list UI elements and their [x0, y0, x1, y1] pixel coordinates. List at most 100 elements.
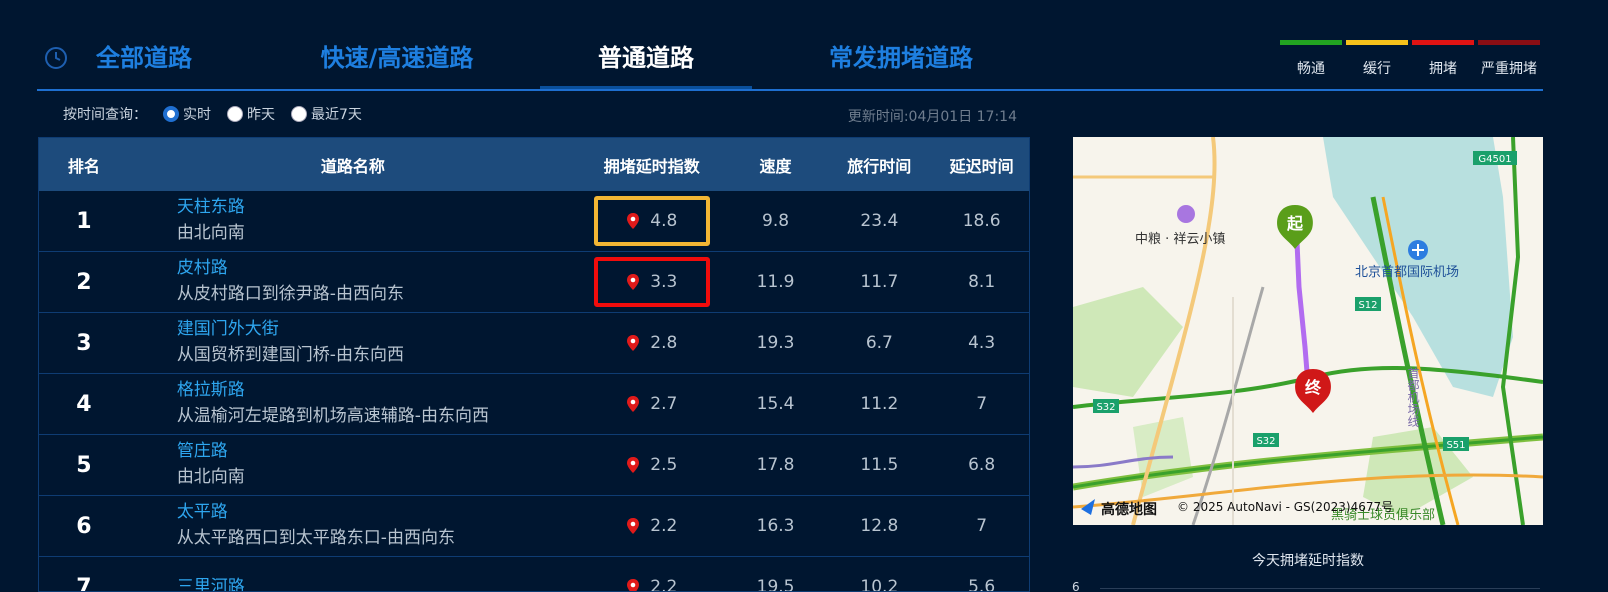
- table-row[interactable]: 5 管庄路 由北向南 2.5 17.8 11.5 6.8: [39, 435, 1029, 496]
- speed-cell: 19.5: [756, 577, 795, 592]
- index-cell: 2.8: [577, 318, 727, 368]
- shield-label: S12: [1358, 300, 1377, 311]
- rank-cell: 1: [76, 208, 92, 234]
- index-box[interactable]: 2.7: [594, 379, 710, 429]
- header-index: 拥堵延时指数: [603, 156, 700, 176]
- road-name-cell: 管庄路 由北向南: [129, 439, 577, 491]
- route-map[interactable]: 起 终 中粮 · 祥云小镇 北京首都国际机场 G4501 S12 S32 S32: [1073, 137, 1543, 525]
- header-travel-time: 旅行时间: [847, 156, 912, 176]
- table-row[interactable]: 3 建国门外大街 从国贸桥到建国门桥-由东向西 2.8 19.3 6.7 4.3: [39, 313, 1029, 374]
- tab-expressway[interactable]: 快速/高速道路: [310, 38, 484, 86]
- road-name-link[interactable]: 三里河路: [177, 575, 577, 591]
- road-name-link[interactable]: 管庄路: [177, 439, 577, 463]
- tab-frequent-congestion[interactable]: 常发拥堵道路: [818, 38, 984, 86]
- shield-g4501: G4501: [1473, 151, 1517, 165]
- location-pin-icon: [627, 396, 640, 412]
- road-name-link[interactable]: 太平路: [177, 500, 577, 524]
- index-box[interactable]: 4.8: [593, 196, 710, 246]
- legend-label: 畅通: [1297, 61, 1325, 77]
- road-direction: 从太平路西口到太平路东口-由西向东: [176, 528, 455, 548]
- index-cell: 2.2: [577, 501, 727, 551]
- shield-s51: S51: [1443, 437, 1469, 451]
- speed-cell: 17.8: [756, 455, 795, 475]
- legend-item-congested: 拥堵: [1412, 40, 1474, 78]
- radio-realtime[interactable]: 实时: [163, 104, 211, 124]
- header-road-name: 道路名称: [320, 156, 385, 176]
- radio-label: 昨天: [247, 107, 275, 123]
- table-row[interactable]: 4 格拉斯路 从温榆河左堤路到机场高速辅路-由东向西 2.7 15.4 11.2 7: [39, 374, 1029, 435]
- rank-cell: 7: [76, 574, 92, 592]
- table-row[interactable]: 7 三里河路 2.2 19.5 10.2 5.6: [39, 557, 1029, 592]
- shield-s32-left: S32: [1093, 399, 1119, 413]
- shopping-icon: [1177, 205, 1195, 223]
- index-box[interactable]: 2.2: [594, 562, 710, 592]
- legend-item-smooth: 畅通: [1280, 40, 1342, 78]
- index-cell: 3.3: [577, 257, 727, 307]
- speed-cell: 19.3: [756, 333, 795, 353]
- index-cell: 2.2: [577, 562, 727, 592]
- table-row[interactable]: 6 太平路 从太平路西口到太平路东口-由西向东 2.2 16.3 12.8 7: [39, 496, 1029, 557]
- shield-label: S32: [1096, 402, 1115, 413]
- radio-last-7-days[interactable]: 最近7天: [291, 104, 362, 124]
- tab-ordinary-roads[interactable]: 普通道路: [540, 38, 752, 90]
- chart-grid: [1100, 588, 1540, 592]
- radio-dot[interactable]: [163, 106, 179, 122]
- table-header: 排名 道路名称 拥堵延时指数 速度 旅行时间 延迟时间: [39, 138, 1029, 191]
- travel-time-cell: 10.2: [860, 577, 899, 592]
- location-pin-icon: [627, 518, 640, 534]
- index-box[interactable]: 2.5: [594, 440, 710, 490]
- location-pin-icon: [627, 274, 640, 290]
- road-direction: 从温榆河左堤路到机场高速辅路-由东向西: [176, 406, 489, 426]
- road-name-link[interactable]: 格拉斯路: [177, 378, 577, 402]
- airport-line-label: 首都机场线: [1406, 367, 1420, 427]
- travel-time-cell: 11.2: [860, 394, 899, 414]
- speed-cell: 16.3: [756, 516, 795, 536]
- speed-cell: 9.8: [762, 211, 790, 231]
- radio-label: 最近7天: [311, 107, 362, 123]
- location-pin-icon: [627, 579, 640, 591]
- index-value: 3.3: [650, 272, 678, 292]
- road-name-cell: 建国门外大街 从国贸桥到建国门桥-由东向西: [129, 317, 577, 369]
- radio-dot[interactable]: [227, 106, 243, 122]
- legend-swatch: [1412, 40, 1474, 45]
- legend-label: 严重拥堵: [1481, 61, 1537, 77]
- road-name-cell: 皮村路从皮村路口到徐尹路-由西向东: [129, 256, 577, 308]
- legend-item-slow: 缓行: [1346, 40, 1408, 78]
- chart-y-tick: 6: [1072, 580, 1080, 592]
- road-name-link[interactable]: 皮村路: [177, 256, 577, 280]
- table-row[interactable]: 1 天柱东路 由北向南 4.8 9.8 23.4 18.6: [39, 191, 1029, 252]
- radio-yesterday[interactable]: 昨天: [227, 104, 275, 124]
- index-cell: 2.5: [577, 440, 727, 490]
- road-direction: 从皮村路口到徐尹路-由西向东: [176, 284, 404, 304]
- poi-town: 中粮 · 祥云小镇: [1135, 232, 1225, 247]
- index-box[interactable]: 3.3: [593, 257, 710, 307]
- delay-time-cell: 8.1: [968, 272, 996, 292]
- rank-cell: 6: [76, 513, 92, 539]
- travel-time-cell: 11.7: [860, 272, 899, 292]
- start-label: 起: [1286, 214, 1304, 233]
- rank-cell: 2: [76, 269, 92, 295]
- delay-time-cell: 18.6: [962, 211, 1001, 231]
- road-name-link[interactable]: 天柱东路: [177, 195, 577, 219]
- radio-dot[interactable]: [291, 106, 307, 122]
- road-name-cell: 太平路从太平路西口到太平路东口-由西向东: [129, 500, 577, 552]
- road-ranking-table: 排名 道路名称 拥堵延时指数 速度 旅行时间 延迟时间 1 天柱东路由北向南 4.8…: [38, 137, 1030, 592]
- road-name-link[interactable]: 建国门外大街: [177, 317, 577, 341]
- travel-time-cell: 11.5: [860, 455, 899, 475]
- delay-time-cell: 4.3: [968, 333, 996, 353]
- index-value: 2.2: [650, 577, 678, 592]
- road-direction: 由北向南: [176, 467, 245, 487]
- rank-cell: 4: [76, 391, 92, 417]
- index-value: 4.8: [650, 211, 678, 231]
- rank-cell: 3: [76, 330, 92, 356]
- location-pin-icon: [627, 457, 640, 473]
- table-row[interactable]: 2 皮村路 从皮村路口到徐尹路-由西向东 3.3 11.9 11.7 8.1: [39, 252, 1029, 313]
- amap-logo-text: 高德地图: [1101, 501, 1157, 518]
- clock-icon: [45, 47, 67, 69]
- travel-time-cell: 12.8: [860, 516, 899, 536]
- road-direction: 由北向南: [176, 223, 245, 243]
- index-box[interactable]: 2.2: [594, 501, 710, 551]
- tab-all-roads[interactable]: 全部道路: [84, 38, 204, 86]
- time-query: 按时间查询： 实时 昨天 最近7天: [63, 104, 362, 124]
- index-box[interactable]: 2.8: [594, 318, 710, 368]
